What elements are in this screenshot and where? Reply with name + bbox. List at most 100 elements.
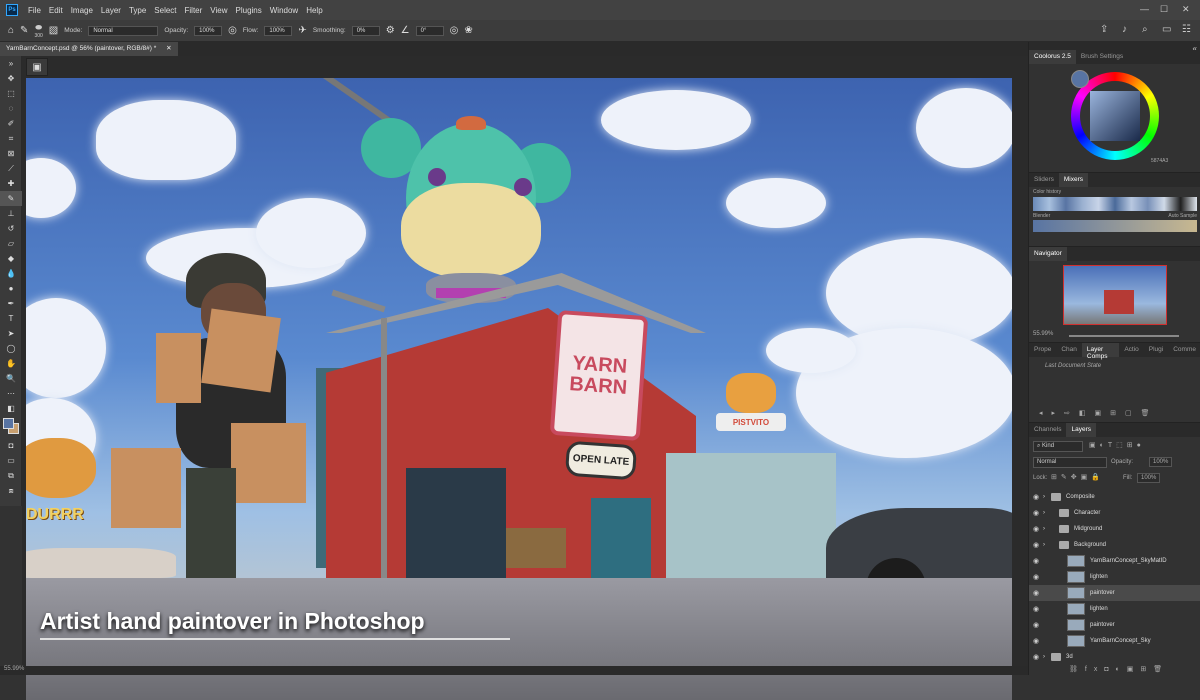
menu-help[interactable]: Help (302, 6, 326, 15)
tab-channels-short[interactable]: Chan (1056, 343, 1082, 357)
foreground-color[interactable] (3, 418, 14, 429)
menu-layer[interactable]: Layer (97, 6, 125, 15)
group-expand-icon[interactable]: › (1043, 494, 1051, 500)
visibility-eye-icon[interactable]: ◉ (1029, 605, 1043, 613)
navigator-zoom-slider[interactable] (1069, 335, 1179, 337)
tab-layer-comps[interactable]: Layer Comps (1081, 343, 1120, 360)
brush-panel-icon[interactable]: ▧ (49, 25, 58, 36)
pressure-opacity-icon[interactable]: ◎ (228, 25, 237, 36)
brush-preset-picker[interactable]: ⬬ 300 (34, 23, 42, 39)
menu-edit[interactable]: Edit (45, 6, 67, 15)
clone-stamp-tool-icon[interactable]: ⊥ (0, 206, 22, 221)
zoom-tool-icon[interactable]: 🔍 (0, 371, 22, 386)
move-tool-icon[interactable]: ✥ (0, 71, 22, 86)
artboard-icon[interactable]: ⧉ (0, 468, 22, 483)
visibility-eye-icon[interactable]: ◉ (1029, 589, 1043, 597)
help-icon[interactable]: ☷ (1182, 24, 1191, 35)
auto-sample-label[interactable]: Auto Sample (1168, 213, 1197, 219)
crop-tool-icon[interactable]: ⌗ (0, 131, 22, 146)
group-expand-icon[interactable]: › (1043, 510, 1059, 516)
layer-row[interactable]: ◉ lighten (1029, 601, 1200, 617)
lock-icons[interactable]: ⊞✎✥▣🔒 (1051, 473, 1104, 481)
group-expand-icon[interactable]: › (1043, 654, 1051, 660)
layers-opacity-field[interactable]: 100% (1149, 457, 1173, 467)
blend-mode-select[interactable]: Normal (1033, 457, 1107, 468)
airbrush-icon[interactable]: ✈ (298, 25, 306, 36)
menu-select[interactable]: Select (150, 6, 180, 15)
mode-select[interactable]: Normal (88, 25, 159, 36)
pen-tool-icon[interactable]: ✒ (0, 296, 22, 311)
visibility-eye-icon[interactable]: ◉ (1029, 653, 1043, 661)
tab-brush-settings[interactable]: Brush Settings (1076, 50, 1128, 64)
home-icon[interactable]: ⌂ (8, 25, 14, 36)
layer-row[interactable]: ◉ › 3d (1029, 649, 1200, 665)
layer-comps-footer-icons[interactable]: ◂▸⇨◧▣⊞▢🗑 (1039, 409, 1159, 417)
tab-properties[interactable]: Prope (1029, 343, 1056, 357)
floating-3d-widget-icon[interactable]: ▣ (26, 58, 48, 76)
layer-row[interactable]: ◉ YarnBarnConcept_SkyMatID (1029, 553, 1200, 569)
layer-row[interactable]: ◉ › Composite (1029, 489, 1200, 505)
layer-filter-icons[interactable]: ▣◐T⬚⊞● (1089, 441, 1145, 449)
menu-image[interactable]: Image (67, 6, 97, 15)
layer-row[interactable]: ◉ › Character (1029, 505, 1200, 521)
hex-value[interactable]: 5874A3 (1151, 158, 1168, 164)
eraser-tool-icon[interactable]: ▱ (0, 236, 22, 251)
history-brush-tool-icon[interactable]: ↺ (0, 221, 22, 236)
visibility-eye-icon[interactable]: ◉ (1029, 509, 1043, 517)
tab-layers[interactable]: Layers (1066, 423, 1096, 437)
blur-tool-icon[interactable]: 💧 (0, 266, 22, 281)
brush-tool-icon[interactable]: ✎ (20, 25, 28, 36)
color-square[interactable] (1090, 91, 1140, 141)
smoothing-field[interactable]: 0% (351, 25, 380, 36)
visibility-eye-icon[interactable]: ◉ (1029, 557, 1043, 565)
marquee-tool-icon[interactable]: ⬚ (0, 86, 22, 101)
fill-field[interactable]: 100% (1137, 473, 1161, 483)
group-expand-icon[interactable]: › (1043, 526, 1059, 532)
quick-mask-icon[interactable]: ◘ (0, 438, 22, 453)
tab-coolorus[interactable]: Coolorus 2.5 (1029, 50, 1076, 64)
toolbar-collapse-icon[interactable]: » (0, 56, 22, 71)
navigator-zoom-value[interactable]: 55.99% (1033, 331, 1053, 337)
layer-row[interactable]: ◉ paintover (1029, 585, 1200, 601)
layer-row[interactable]: ◉ › Midground (1029, 521, 1200, 537)
shape-tool-icon[interactable]: ◯ (0, 341, 22, 356)
path-selection-tool-icon[interactable]: ➤ (0, 326, 22, 341)
menu-file[interactable]: File (24, 6, 45, 15)
search-icon[interactable]: ⌕ (1142, 24, 1148, 35)
tab-actions[interactable]: Actio (1119, 343, 1143, 357)
eyedropper-tool-icon[interactable]: ⟋ (0, 161, 22, 176)
navigator-preview[interactable] (1063, 265, 1167, 325)
layers-footer-icons[interactable]: ⛓fx◘◐▣⊞🗑 (1069, 665, 1169, 673)
notifications-icon[interactable]: ♪ (1122, 24, 1127, 35)
tab-plugins[interactable]: Plugi (1144, 343, 1168, 357)
menu-type[interactable]: Type (125, 6, 150, 15)
tab-comments[interactable]: Comme (1168, 343, 1200, 357)
document-canvas[interactable]: YARN BARN OPEN LATE PISTVITO DURRR Artis… (26, 78, 1012, 700)
document-tab[interactable]: YarnBarnConcept.psd @ 56% (paintover, RG… (0, 42, 178, 56)
gear-icon[interactable]: ⚙ (386, 25, 395, 36)
tab-mixers[interactable]: Mixers (1058, 173, 1089, 187)
symmetry-icon[interactable]: ❀ (464, 25, 472, 36)
close-icon[interactable]: ✕ (1182, 4, 1190, 15)
more-tools-icon[interactable]: ⋯ (0, 386, 22, 401)
status-zoom[interactable]: 55.99% (4, 666, 24, 672)
layer-filter-kind[interactable]: ⌕ Kind (1033, 441, 1083, 452)
layer-row[interactable]: ◉ lighten (1029, 569, 1200, 585)
layer-row[interactable]: ◉ YarnBarnConcept_Sky (1029, 633, 1200, 649)
lasso-tool-icon[interactable]: ◌ (0, 101, 22, 116)
menu-window[interactable]: Window (266, 6, 302, 15)
menu-filter[interactable]: Filter (181, 6, 207, 15)
color-swatches[interactable] (0, 416, 21, 438)
flow-field[interactable]: 100% (264, 25, 293, 36)
tab-close-icon[interactable]: ✕ (166, 45, 171, 52)
visibility-eye-icon[interactable]: ◉ (1029, 573, 1043, 581)
frame-tool-icon[interactable]: ⊠ (0, 146, 22, 161)
visibility-eye-icon[interactable]: ◉ (1029, 621, 1043, 629)
brush-tool-icon-active[interactable]: ✎ (0, 191, 22, 206)
maximize-icon[interactable]: ☐ (1160, 4, 1168, 15)
last-document-state[interactable]: Last Document State (1045, 363, 1101, 369)
minimize-icon[interactable]: — (1140, 4, 1149, 14)
layer-row[interactable]: ◉ paintover (1029, 617, 1200, 633)
healing-brush-tool-icon[interactable]: ✚ (0, 176, 22, 191)
quick-select-tool-icon[interactable]: ✐ (0, 116, 22, 131)
